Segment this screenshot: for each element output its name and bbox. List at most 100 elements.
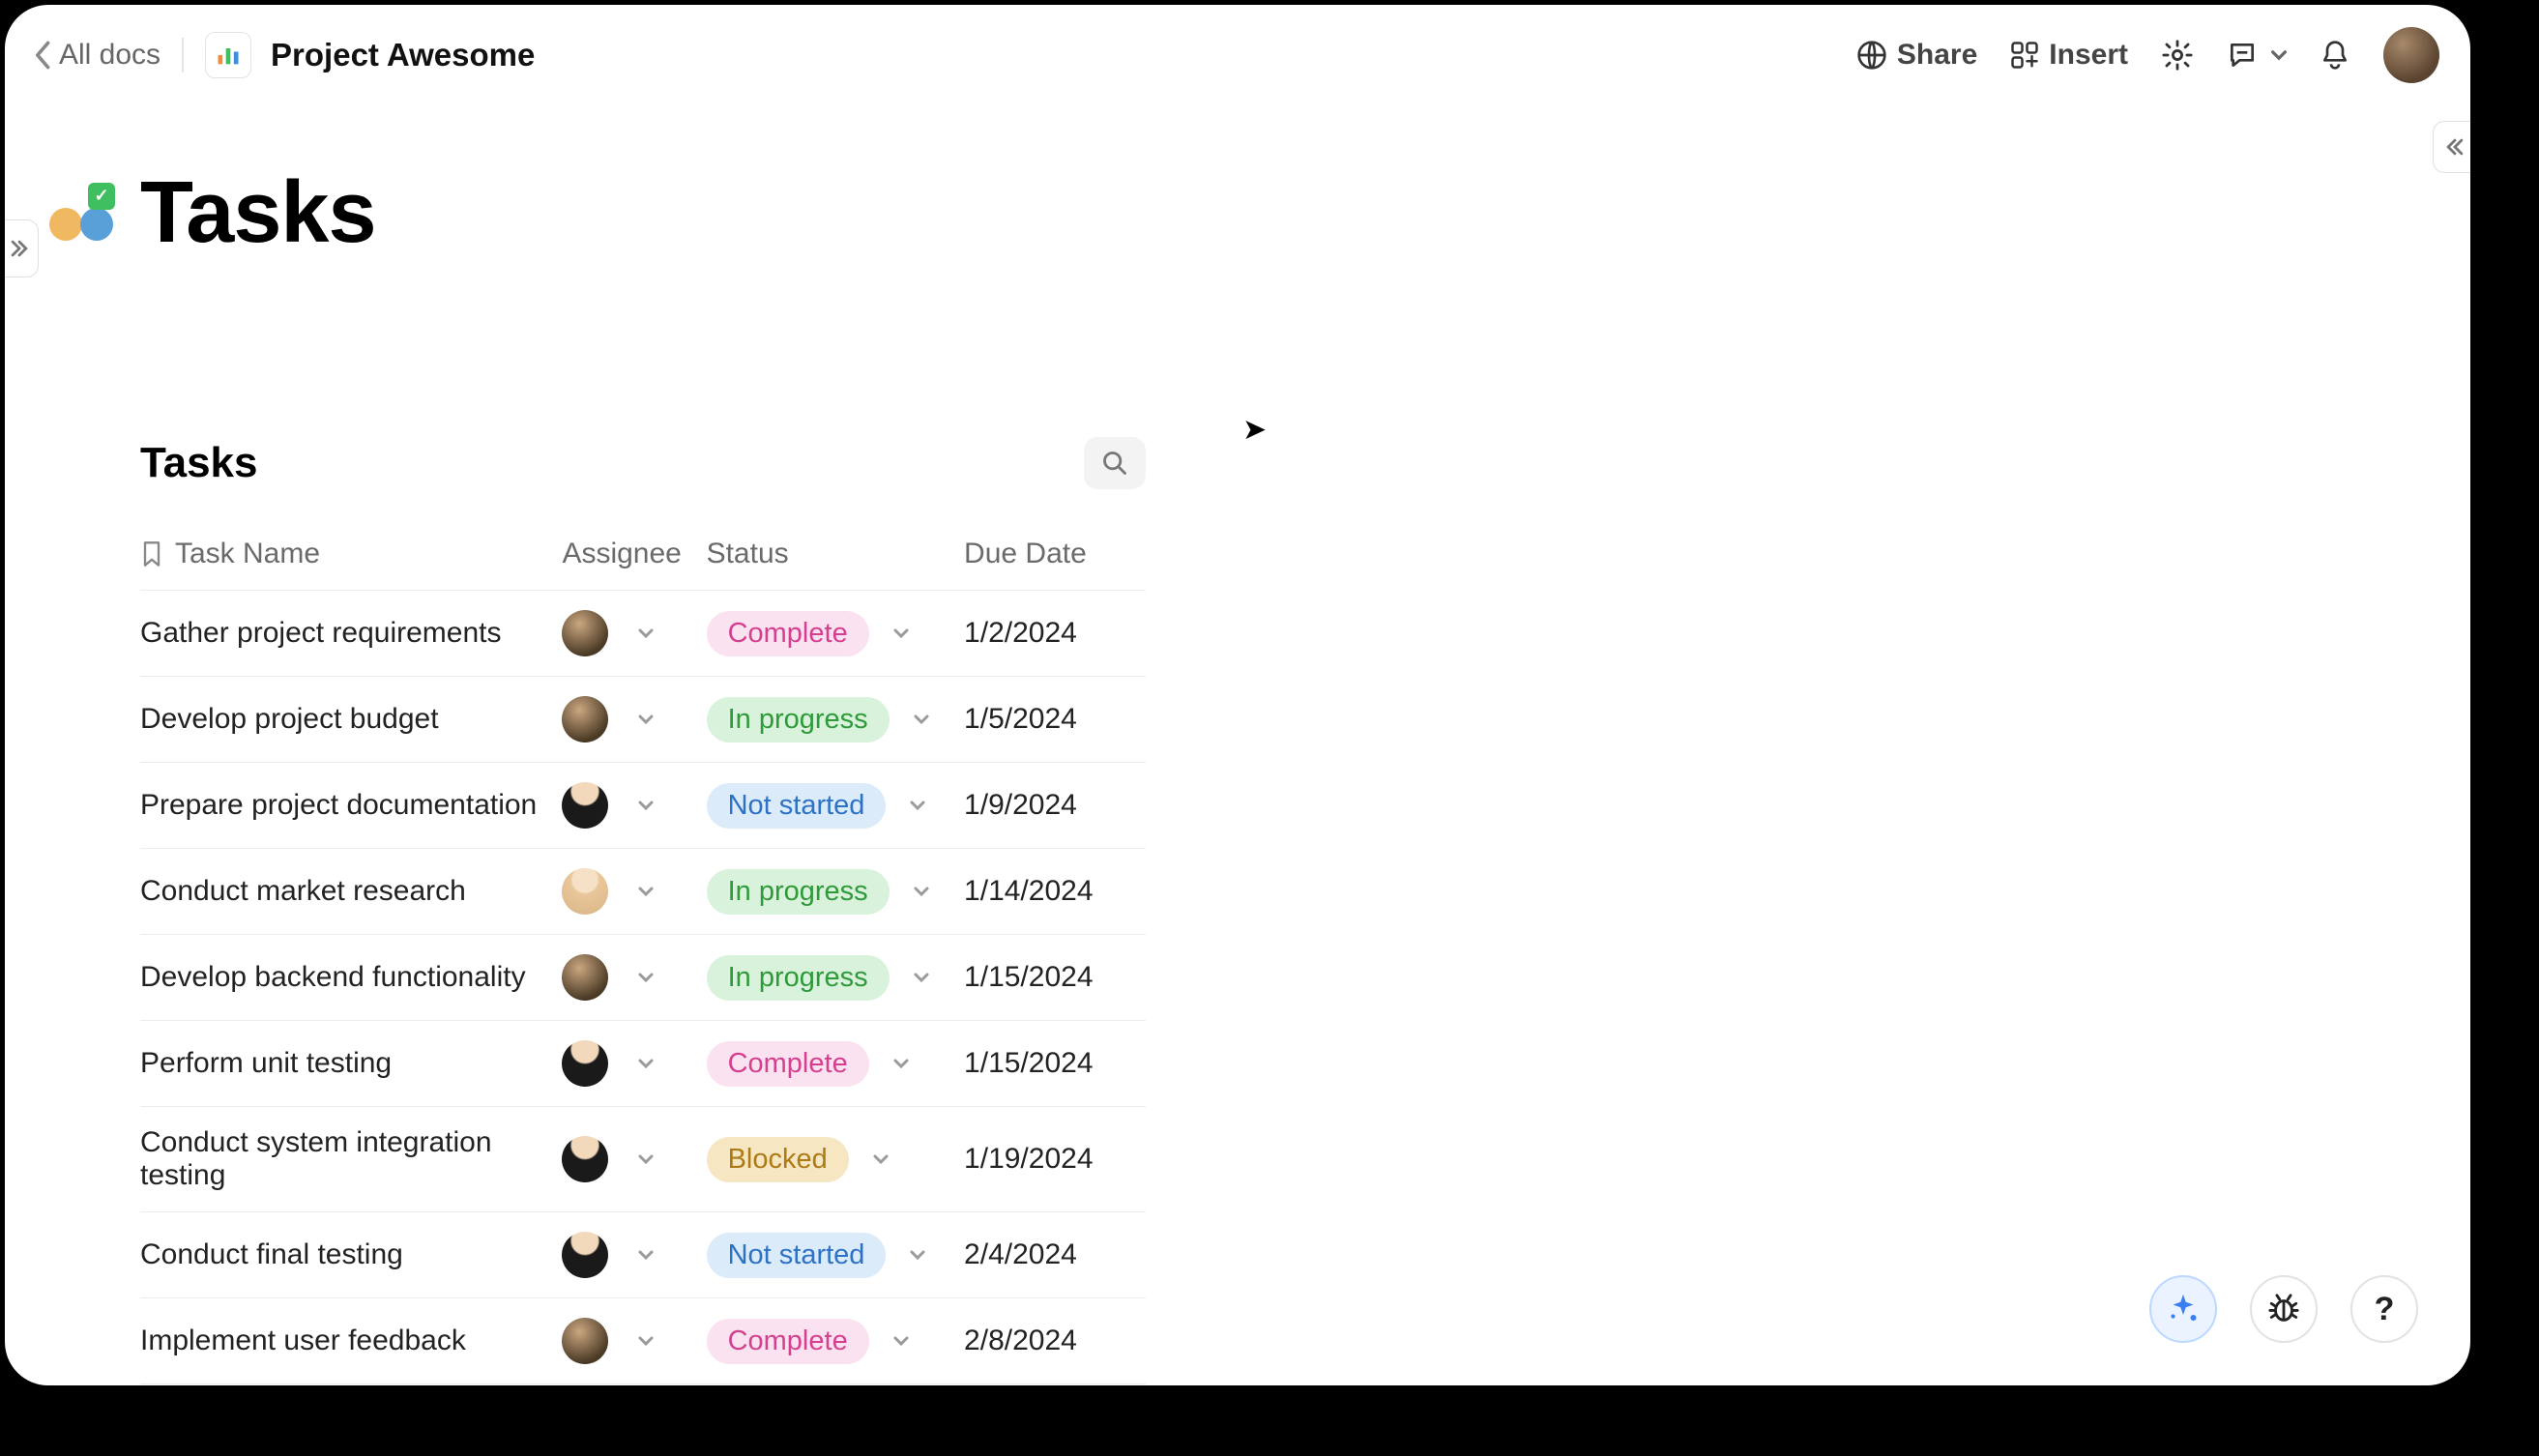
- status-cell[interactable]: Complete: [707, 611, 948, 656]
- notifications-button[interactable]: [2320, 38, 2350, 73]
- col-due-header[interactable]: Due Date: [964, 538, 1087, 569]
- due-date-cell[interactable]: 1/15/2024: [964, 961, 1093, 993]
- status-cell[interactable]: Complete: [707, 1319, 948, 1364]
- chevron-down-icon[interactable]: [892, 625, 910, 642]
- due-date-cell[interactable]: 1/9/2024: [964, 789, 1077, 821]
- sparkle-icon: [2166, 1292, 2201, 1326]
- assignee-cell[interactable]: [562, 954, 690, 1001]
- chevron-down-icon[interactable]: [637, 1246, 655, 1264]
- chevron-down-icon[interactable]: [637, 1055, 655, 1072]
- status-cell[interactable]: In progress: [707, 955, 948, 1001]
- chevron-down-icon[interactable]: [637, 969, 655, 986]
- col-assignee-header[interactable]: Assignee: [562, 538, 681, 569]
- task-name-cell[interactable]: Prepare project documentation: [140, 789, 537, 821]
- page-body: ✓ Tasks ➤ Tasks Task Name: [5, 105, 2470, 1385]
- assignee-cell[interactable]: [562, 1040, 690, 1087]
- chevron-down-icon[interactable]: [637, 1150, 655, 1168]
- table-row[interactable]: Perform unit testing Complete 1/15/2024: [140, 1021, 1146, 1107]
- assignee-cell[interactable]: [562, 782, 690, 829]
- table-row[interactable]: Implement user feedback Complete 2/8/2024: [140, 1298, 1146, 1384]
- task-name-cell[interactable]: Conduct final testing: [140, 1238, 403, 1270]
- assignee-avatar: [562, 954, 608, 1001]
- chevron-down-icon[interactable]: [637, 1332, 655, 1350]
- assignee-cell[interactable]: [562, 610, 690, 656]
- due-date-cell[interactable]: 1/15/2024: [964, 1047, 1093, 1079]
- share-label: Share: [1897, 39, 1977, 72]
- help-button[interactable]: ?: [2350, 1275, 2418, 1343]
- table-row[interactable]: Gather project requirements Complete 1/2/2…: [140, 591, 1146, 677]
- chevron-down-icon[interactable]: [909, 1246, 926, 1264]
- chevron-down-icon[interactable]: [892, 1332, 910, 1350]
- status-pill: In progress: [707, 955, 890, 1001]
- chevron-down-icon[interactable]: [637, 883, 655, 900]
- table-row[interactable]: Conduct system integration testing Blocke…: [140, 1107, 1146, 1212]
- assignee-cell[interactable]: [562, 1232, 690, 1278]
- table-row[interactable]: Develop project budget In progress 1/5/202…: [140, 677, 1146, 763]
- chevron-down-icon[interactable]: [637, 711, 655, 728]
- back-all-docs[interactable]: All docs: [36, 39, 161, 72]
- assignee-avatar: [562, 1040, 608, 1087]
- doc-icon[interactable]: [205, 32, 251, 78]
- task-name-cell[interactable]: Implement user feedback: [140, 1325, 466, 1356]
- due-date-cell[interactable]: 1/14/2024: [964, 875, 1093, 907]
- chevron-down-icon[interactable]: [637, 797, 655, 814]
- task-name-cell[interactable]: Conduct market research: [140, 875, 466, 907]
- settings-button[interactable]: [2161, 39, 2194, 72]
- task-name-cell[interactable]: Develop backend functionality: [140, 961, 526, 993]
- due-date-cell[interactable]: 1/19/2024: [964, 1143, 1093, 1175]
- page-icon[interactable]: ✓: [44, 175, 121, 252]
- status-cell[interactable]: Not started: [707, 783, 948, 829]
- page-title[interactable]: Tasks: [140, 163, 376, 263]
- due-date-cell[interactable]: 1/5/2024: [964, 703, 1077, 735]
- section-title[interactable]: Tasks: [140, 439, 258, 487]
- table-row[interactable]: Prepare project documentation Not started…: [140, 763, 1146, 849]
- due-date-cell[interactable]: 2/4/2024: [964, 1238, 1077, 1270]
- share-button[interactable]: Share: [1856, 39, 1977, 72]
- insert-button[interactable]: Insert: [2010, 39, 2128, 72]
- status-cell[interactable]: In progress: [707, 869, 948, 915]
- assignee-avatar: [562, 1232, 608, 1278]
- status-cell[interactable]: Blocked: [707, 1137, 948, 1182]
- status-cell[interactable]: Not started: [707, 1233, 948, 1278]
- table-row[interactable]: Define project scopeBlocked2/9/2024: [140, 1384, 1146, 1386]
- due-date-cell[interactable]: 2/8/2024: [964, 1325, 1077, 1356]
- chevron-down-icon[interactable]: [637, 625, 655, 642]
- task-name-cell[interactable]: Develop project budget: [140, 703, 439, 735]
- chevron-down-icon[interactable]: [909, 797, 926, 814]
- assignee-cell[interactable]: [562, 1318, 690, 1364]
- assignee-avatar: [562, 868, 608, 915]
- status-cell[interactable]: Complete: [707, 1041, 948, 1087]
- chevron-down-icon[interactable]: [913, 969, 930, 986]
- due-date-cell[interactable]: 1/2/2024: [964, 617, 1077, 649]
- assignee-cell[interactable]: [562, 868, 690, 915]
- task-name-cell[interactable]: Conduct system integration testing: [140, 1126, 492, 1191]
- assignee-avatar: [562, 696, 608, 743]
- assignee-cell[interactable]: [562, 696, 690, 743]
- debug-button[interactable]: [2250, 1275, 2318, 1343]
- gear-icon: [2161, 39, 2194, 72]
- table-row[interactable]: Develop backend functionality In progress…: [140, 935, 1146, 1021]
- chevron-down-icon: [2271, 47, 2287, 63]
- user-avatar[interactable]: [2383, 27, 2439, 83]
- task-name-cell[interactable]: Perform unit testing: [140, 1047, 392, 1079]
- chevron-down-icon[interactable]: [892, 1055, 910, 1072]
- table-row[interactable]: Conduct final testing Not started 2/4/2024: [140, 1212, 1146, 1298]
- search-icon: [1101, 450, 1128, 477]
- chevron-down-icon[interactable]: [872, 1150, 890, 1168]
- chevron-down-icon[interactable]: [913, 883, 930, 900]
- assignee-avatar: [562, 1136, 608, 1182]
- table-row[interactable]: Conduct market research In progress 1/14/2…: [140, 849, 1146, 935]
- doc-title[interactable]: Project Awesome: [271, 37, 535, 73]
- assignee-cell[interactable]: [562, 1136, 690, 1182]
- chart-icon: [215, 42, 242, 69]
- col-name-header[interactable]: Task Name: [175, 538, 320, 570]
- status-cell[interactable]: In progress: [707, 697, 948, 743]
- status-pill: In progress: [707, 869, 890, 915]
- ai-assist-button[interactable]: [2149, 1275, 2217, 1343]
- table-search-button[interactable]: [1084, 437, 1146, 489]
- comments-button[interactable]: [2227, 40, 2287, 71]
- task-name-cell[interactable]: Gather project requirements: [140, 617, 502, 649]
- chevron-down-icon[interactable]: [913, 711, 930, 728]
- col-status-header[interactable]: Status: [707, 538, 789, 569]
- assignee-avatar: [562, 610, 608, 656]
